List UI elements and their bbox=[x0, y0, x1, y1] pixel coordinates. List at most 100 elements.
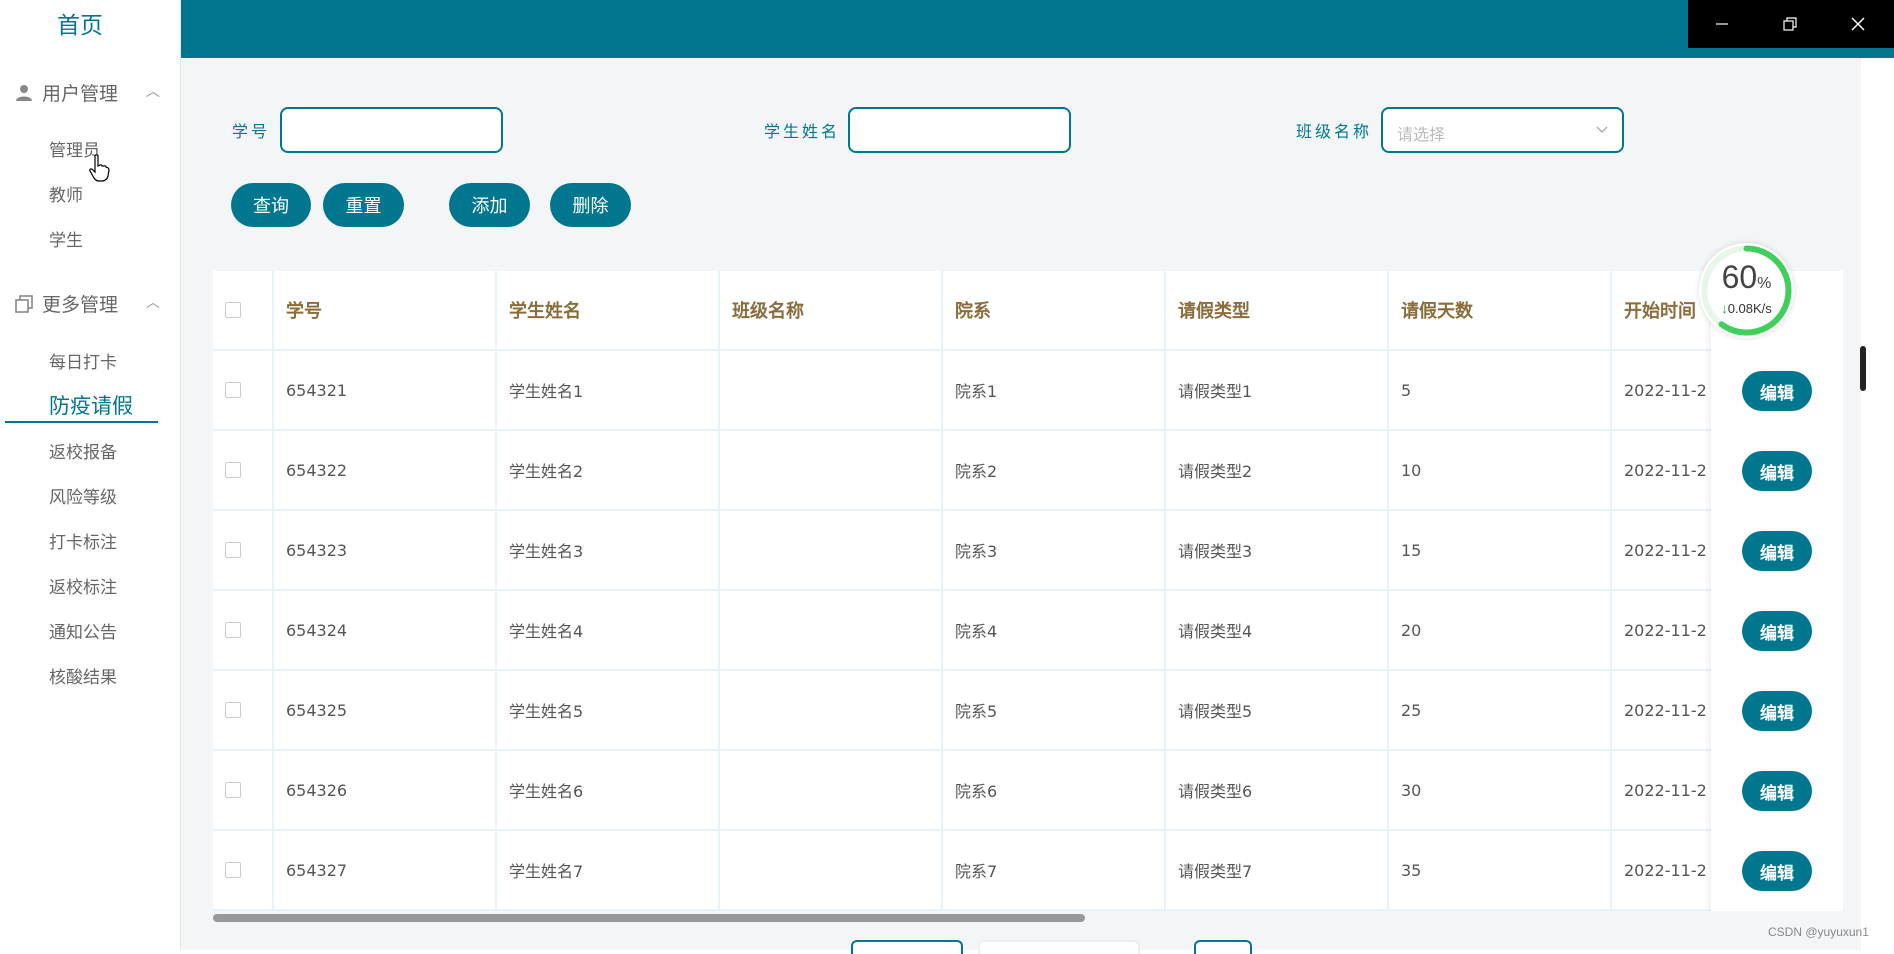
select-all-checkbox[interactable] bbox=[225, 302, 241, 318]
row-select-cell bbox=[213, 591, 274, 671]
row-checkbox[interactable] bbox=[225, 782, 241, 798]
select-all-cell bbox=[213, 271, 274, 351]
leave-days-cell: 25 bbox=[1389, 671, 1612, 751]
student-name-cell: 学生姓名4 bbox=[497, 591, 720, 671]
row-select-cell bbox=[213, 431, 274, 511]
pager-prev-button[interactable] bbox=[851, 940, 963, 954]
class-select-placeholder: 请选择 bbox=[1397, 125, 1446, 144]
leave-type-cell: 请假类型2 bbox=[1166, 431, 1389, 511]
class-name-cell bbox=[720, 591, 943, 671]
table-row: 654323 学生姓名3 院系3 请假类型3 15 2022-11-2 bbox=[213, 511, 1843, 591]
leave-type-cell: 请假类型6 bbox=[1166, 751, 1389, 831]
sidebar-item-teacher[interactable]: 教师 bbox=[49, 181, 83, 206]
sidebar-item-return-mark[interactable]: 返校标注 bbox=[49, 573, 117, 598]
horizontal-scrollbar[interactable] bbox=[213, 914, 1085, 922]
top-header-bar bbox=[181, 0, 1894, 58]
minimize-button[interactable] bbox=[1688, 0, 1756, 48]
row-select-cell bbox=[213, 831, 274, 911]
class-name-cell bbox=[720, 351, 943, 431]
row-checkbox[interactable] bbox=[225, 702, 241, 718]
table-row: 654322 学生姓名2 院系2 请假类型2 10 2022-11-2 bbox=[213, 431, 1843, 511]
edit-button[interactable]: 编辑 bbox=[1742, 611, 1812, 651]
right-edge-strip bbox=[1861, 58, 1894, 950]
student-no-cell: 654327 bbox=[274, 831, 497, 911]
department-cell: 院系1 bbox=[943, 351, 1166, 431]
department-cell: 院系4 bbox=[943, 591, 1166, 671]
sidebar-home-link[interactable]: 首页 bbox=[0, 6, 160, 40]
table-header-row: 学号 学生姓名 班级名称 院系 请假类型 请假天数 开始时间 bbox=[213, 271, 1843, 351]
leave-days-cell: 10 bbox=[1389, 431, 1612, 511]
sidebar: 首页 用户管理 ︿ 管理员 教师 学生 更多管理 ︿ 每日打卡 防疫请假 返校报… bbox=[0, 0, 181, 950]
copy-icon bbox=[14, 294, 34, 314]
sidebar-group-label: 用户管理 bbox=[42, 83, 119, 105]
sidebar-item-nucleic-result[interactable]: 核酸结果 bbox=[49, 663, 117, 688]
student-no-cell: 654326 bbox=[274, 751, 497, 831]
leave-table: 学号 学生姓名 班级名称 院系 请假类型 请假天数 开始时间 654321 学生姓… bbox=[213, 271, 1843, 911]
reset-button[interactable]: 重置 bbox=[323, 183, 404, 227]
row-select-cell bbox=[213, 351, 274, 431]
student-no-input[interactable] bbox=[280, 107, 503, 153]
delete-button[interactable]: 删除 bbox=[550, 183, 631, 227]
department-cell: 院系3 bbox=[943, 511, 1166, 591]
row-checkbox[interactable] bbox=[225, 462, 241, 478]
sidebar-group-more-management[interactable]: 更多管理 ︿ bbox=[14, 290, 164, 317]
sidebar-group-user-management[interactable]: 用户管理 ︿ bbox=[14, 79, 164, 106]
window-controls bbox=[1688, 0, 1894, 48]
student-name-cell: 学生姓名7 bbox=[497, 831, 720, 911]
student-name-input[interactable] bbox=[848, 107, 1071, 153]
restore-button[interactable] bbox=[1756, 0, 1824, 48]
sidebar-item-daily-checkin[interactable]: 每日打卡 bbox=[49, 348, 117, 373]
column-header: 请假类型 bbox=[1166, 271, 1389, 351]
leave-type-cell: 请假类型5 bbox=[1166, 671, 1389, 751]
leave-days-cell: 35 bbox=[1389, 831, 1612, 911]
close-icon bbox=[1851, 17, 1865, 31]
row-select-cell bbox=[213, 511, 274, 591]
pager-page-list[interactable] bbox=[978, 940, 1140, 954]
edit-button[interactable]: 编辑 bbox=[1742, 851, 1812, 891]
row-actions-cell: 编辑 bbox=[1711, 591, 1843, 671]
edit-button[interactable]: 编辑 bbox=[1742, 771, 1812, 811]
add-button[interactable]: 添加 bbox=[449, 183, 530, 227]
sidebar-item-student[interactable]: 学生 bbox=[49, 226, 83, 251]
column-header: 请假天数 bbox=[1389, 271, 1612, 351]
edit-button[interactable]: 编辑 bbox=[1742, 451, 1812, 491]
sidebar-item-checkin-mark[interactable]: 打卡标注 bbox=[49, 528, 117, 553]
user-icon bbox=[14, 83, 34, 103]
table-row: 654327 学生姓名7 院系7 请假类型7 35 2022-11-2 bbox=[213, 831, 1843, 911]
department-cell: 院系5 bbox=[943, 671, 1166, 751]
table-row: 654321 学生姓名1 院系1 请假类型1 5 2022-11-2 bbox=[213, 351, 1843, 431]
edit-button[interactable]: 编辑 bbox=[1742, 691, 1812, 731]
table-row: 654325 学生姓名5 院系5 请假类型5 25 2022-11-2 bbox=[213, 671, 1843, 751]
row-checkbox[interactable] bbox=[225, 862, 241, 878]
edit-button[interactable]: 编辑 bbox=[1742, 531, 1812, 571]
row-actions-cell: 编辑 bbox=[1711, 831, 1843, 911]
row-checkbox[interactable] bbox=[225, 622, 241, 638]
leave-type-cell: 请假类型7 bbox=[1166, 831, 1389, 911]
scroll-marker[interactable] bbox=[1860, 346, 1866, 391]
row-checkbox[interactable] bbox=[225, 542, 241, 558]
percent-readout: 60% bbox=[1699, 259, 1794, 296]
sidebar-item-epidemic-leave[interactable]: 防疫请假 bbox=[49, 390, 133, 420]
student-no-cell: 654323 bbox=[274, 511, 497, 591]
edit-button[interactable]: 编辑 bbox=[1742, 371, 1812, 411]
sidebar-item-notice[interactable]: 通知公告 bbox=[49, 618, 117, 643]
leave-type-cell: 请假类型4 bbox=[1166, 591, 1389, 671]
column-header: 班级名称 bbox=[720, 271, 943, 351]
table-row: 654324 学生姓名4 院系4 请假类型4 20 2022-11-2 bbox=[213, 591, 1843, 671]
class-select[interactable]: 请选择 bbox=[1381, 107, 1624, 153]
pager-next-button[interactable] bbox=[1194, 940, 1252, 954]
query-button[interactable]: 查询 bbox=[231, 183, 311, 227]
sidebar-item-return-report[interactable]: 返校报备 bbox=[49, 438, 117, 463]
sidebar-item-risk-level[interactable]: 风险等级 bbox=[49, 483, 117, 508]
student-no-cell: 654325 bbox=[274, 671, 497, 751]
row-checkbox[interactable] bbox=[225, 382, 241, 398]
class-name-label: 班级名称 bbox=[1296, 122, 1373, 141]
student-no-label: 学号 bbox=[232, 122, 271, 141]
network-speed-widget[interactable]: 60% ↓0.08K/s bbox=[1699, 243, 1794, 338]
chevron-up-icon: ︿ bbox=[146, 84, 160, 100]
leave-days-cell: 5 bbox=[1389, 351, 1612, 431]
student-no-cell: 654321 bbox=[274, 351, 497, 431]
row-actions-cell: 编辑 bbox=[1711, 751, 1843, 831]
student-name-cell: 学生姓名1 bbox=[497, 351, 720, 431]
close-button[interactable] bbox=[1824, 0, 1892, 48]
